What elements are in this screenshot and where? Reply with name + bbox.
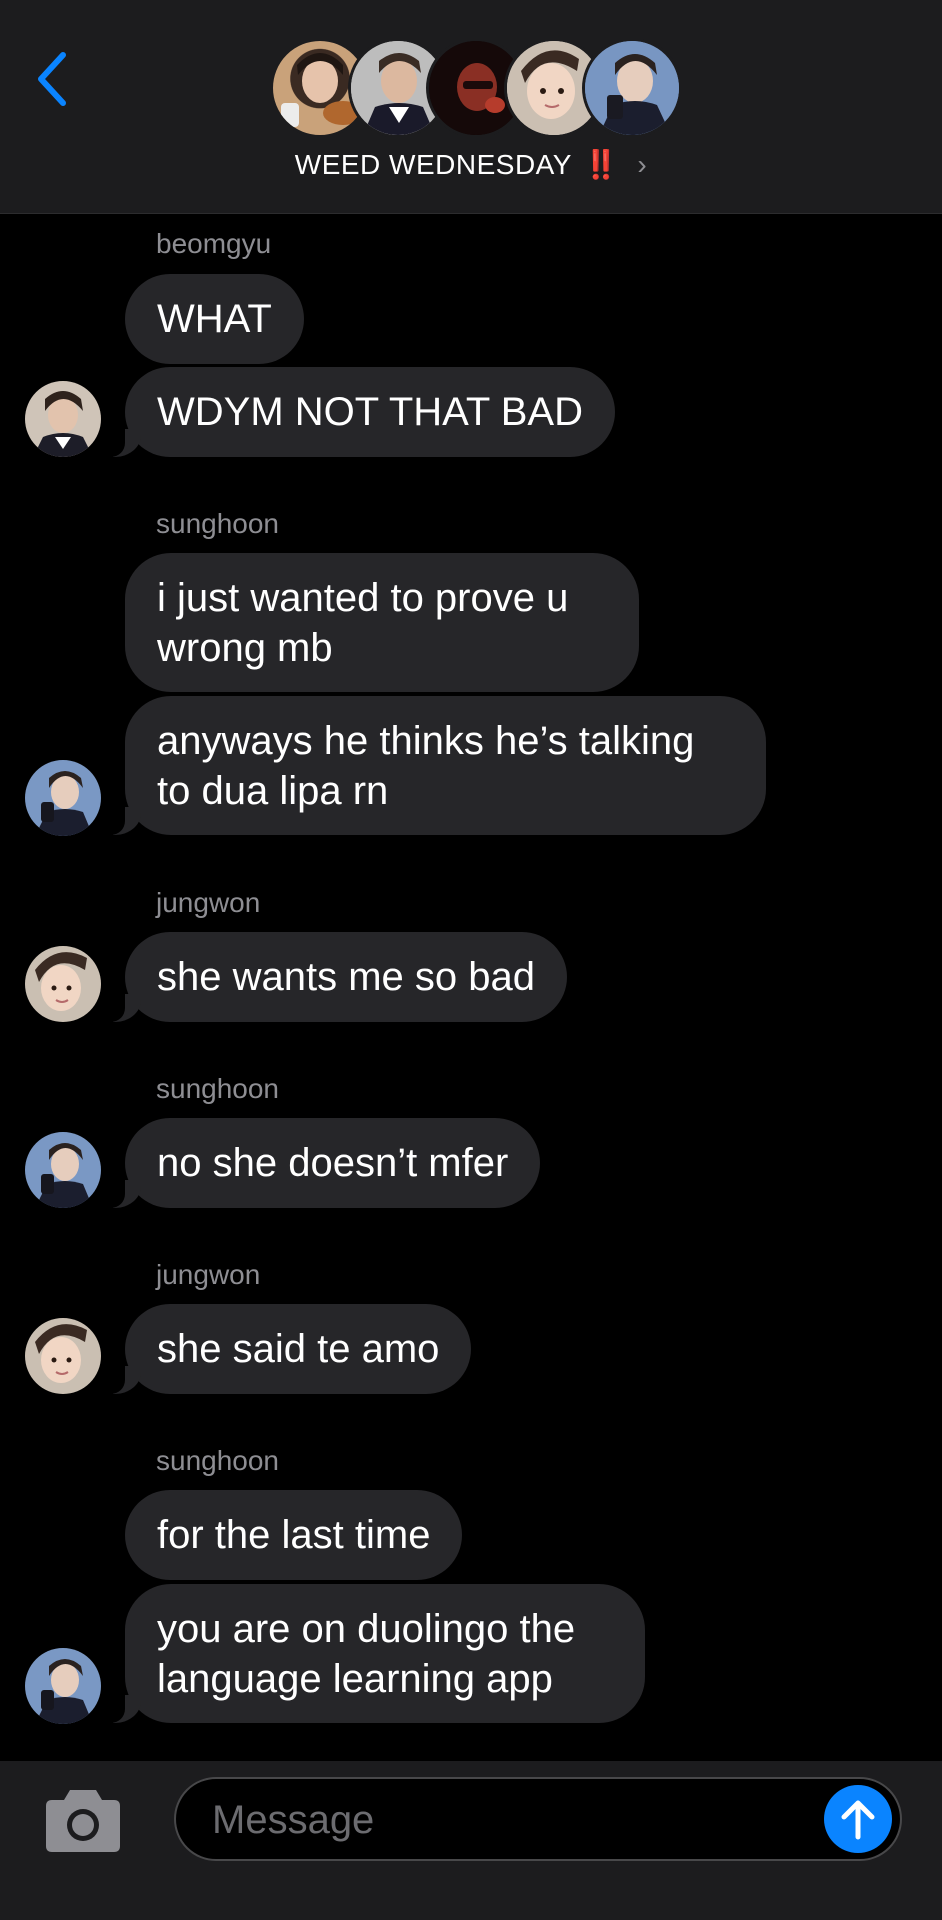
sunghoon-avatar[interactable] xyxy=(25,760,101,836)
beomgyu-avatar[interactable] xyxy=(25,381,101,457)
group-name: WEED WEDNESDAY xyxy=(294,149,572,180)
message-field[interactable] xyxy=(174,1777,902,1861)
jungwon-avatar[interactable] xyxy=(25,1318,101,1394)
arrow-up-icon xyxy=(841,1800,875,1840)
message-bubble[interactable]: she said te amo xyxy=(102,1304,472,1394)
message-bubble[interactable]: you are on duolingo the language learnin… xyxy=(103,1584,645,1723)
message-composer xyxy=(0,1761,942,1920)
double-exclamation-icon: ‼️ xyxy=(583,149,620,180)
message-bubble[interactable]: no she doesn’t mfer xyxy=(102,1118,541,1208)
message-bubble[interactable]: WDYM NOT THAT BAD xyxy=(103,367,615,457)
chevron-right-icon: › xyxy=(637,149,648,180)
sunghoon-avatar[interactable] xyxy=(25,1648,101,1724)
jungwon-avatar[interactable] xyxy=(25,946,101,1022)
sender-name: jungwon xyxy=(156,1259,261,1290)
message-input[interactable] xyxy=(210,1791,774,1849)
sender-name: sunghoon xyxy=(156,508,280,539)
camera-icon xyxy=(46,1790,120,1852)
back-button[interactable] xyxy=(22,44,82,114)
message-bubble[interactable]: WHAT xyxy=(125,274,304,364)
camera-button[interactable] xyxy=(40,1786,126,1856)
message-bubble[interactable]: for the last time xyxy=(125,1490,463,1580)
sunghoon-avatar[interactable] xyxy=(25,1132,101,1208)
participant-avatar-sunghoon xyxy=(582,38,682,138)
group-name-button[interactable]: WEED WEDNESDAY ‼️ › xyxy=(0,148,942,181)
message-bubble[interactable]: i just wanted to prove u wrong mb xyxy=(125,553,639,692)
sender-name: sunghoon xyxy=(156,1073,280,1104)
sender-name: jungwon xyxy=(156,887,261,918)
send-button[interactable] xyxy=(824,1785,892,1853)
sender-name: sunghoon xyxy=(156,1445,280,1476)
chevron-left-icon xyxy=(38,52,66,106)
conversation-header: WEED WEDNESDAY ‼️ › xyxy=(0,0,942,214)
group-avatars[interactable] xyxy=(270,38,682,138)
message-bubble[interactable]: she wants me so bad xyxy=(103,932,567,1022)
message-bubble[interactable]: anyways he thinks he’s talking to dua li… xyxy=(103,696,766,835)
sender-name: beomgyu xyxy=(156,228,272,259)
